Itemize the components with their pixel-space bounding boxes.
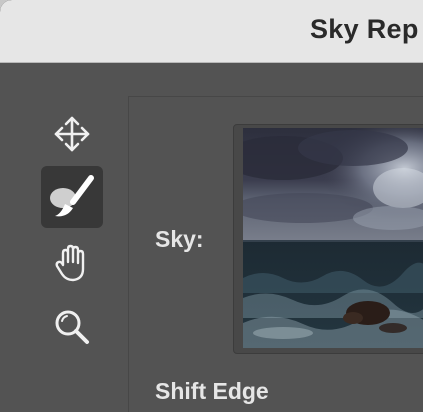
sky-brush-tool-button[interactable]: [41, 166, 103, 228]
hand-tool-button[interactable]: [41, 232, 103, 294]
zoom-tool-button[interactable]: [41, 296, 103, 358]
stormy-sea-sky-image: [243, 128, 423, 348]
tool-bar: [0, 63, 128, 412]
sky-preview-thumbnail[interactable]: [243, 128, 423, 348]
sky-brush-icon: [50, 175, 94, 217]
shift-edge-label: Shift Edge: [155, 378, 269, 404]
title-bar[interactable]: Sky Rep: [0, 0, 423, 63]
move-tool-button[interactable]: [41, 103, 103, 165]
window-title: Sky Rep: [310, 14, 419, 44]
hand-icon: [55, 244, 85, 282]
zoom-icon: [55, 310, 89, 344]
move-arrows-icon: [54, 116, 90, 152]
sky-label: Sky:: [155, 226, 204, 252]
sky-replacement-window: Sky Rep Sky: Shift Edge: [0, 0, 423, 412]
